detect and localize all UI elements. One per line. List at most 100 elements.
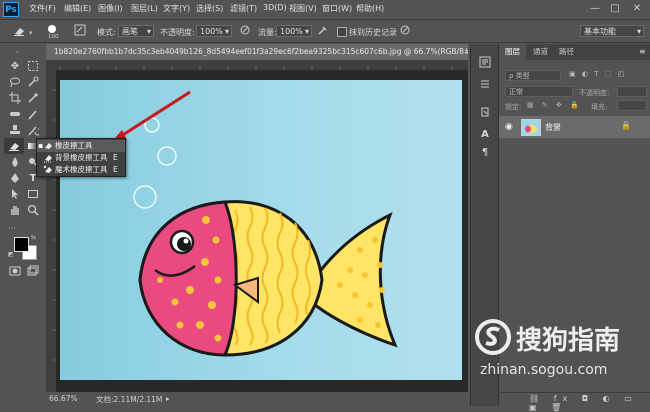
crop-tool-icon[interactable] [8,92,22,106]
lock-icons[interactable]: ▦ ✎ ✥ 🔒 [527,101,582,109]
status-bar: 66.67% 文档:2.11M/2.11M ▸ [46,392,468,406]
collapse-icon[interactable]: » [15,48,19,56]
panel-menu-icon[interactable]: ≡ [639,47,646,56]
brush-preview-icon[interactable] [48,25,56,33]
menu-filter[interactable]: 滤镜(T) [230,3,257,14]
history-panel-icon[interactable] [478,56,492,70]
document-canvas[interactable] [60,80,462,380]
eraser-tools-flyout: ▪ 橡皮擦工具 背景橡皮擦工具 E 魔术橡皮擦工具 E [36,138,126,177]
default-colors-icon[interactable]: ◩ [8,251,14,258]
zoom-tool-icon[interactable] [26,204,40,218]
flow-input[interactable]: 100% ▾ [276,25,312,37]
menu-bar: Ps 文件(F) 编辑(E) 图像(I) 图层(L) 文字(Y) 选择(S) 滤… [0,0,650,20]
foreground-color-swatch[interactable] [14,237,29,252]
menu-select[interactable]: 选择(S) [196,3,223,14]
flyout-item-background-eraser[interactable]: 背景橡皮擦工具 E [37,152,125,164]
chevron-down-icon: ▾ [304,27,309,36]
quick-select-tool-icon[interactable] [26,76,40,90]
brush-size: 100 [48,34,59,40]
layer-fill-input[interactable] [617,100,647,111]
blend-mode-select[interactable]: 正常 [505,86,573,97]
properties-panel-icon[interactable] [478,78,492,92]
rectangle-tool-icon[interactable] [26,188,40,202]
healing-brush-tool-icon[interactable] [8,108,22,122]
watermark-brand: 搜狗指南 [516,326,621,356]
flyout-item-magic-eraser[interactable]: 魔术橡皮擦工具 E [37,164,125,176]
eraser-tool-icon [7,139,21,153]
flyout-item-eraser[interactable]: ▪ 橡皮擦工具 [37,140,125,152]
layer-thumbnail [521,119,541,136]
swap-colors-icon[interactable]: ⇆ [31,234,36,241]
clone-stamp-tool-icon[interactable] [8,124,22,138]
menu-window[interactable]: 窗口(W) [322,3,352,14]
document-title: 1b820e2760fbb1b7dc35c3eb4049b126_8d5494e… [54,47,468,56]
eyedropper-tool-icon[interactable] [26,92,40,106]
pressure-opacity-icon[interactable] [238,24,252,38]
paragraph-panel-icon[interactable]: ¶ [478,146,492,160]
marquee-tool-icon[interactable] [26,60,40,74]
more-tools-icon[interactable]: ··· [8,224,16,233]
eraser-tool-preset-icon[interactable] [12,24,26,38]
chevron-down-icon[interactable]: ▾ [29,29,33,37]
menu-type[interactable]: 文字(Y) [163,3,190,14]
menu-edit[interactable]: 编辑(E) [64,3,91,14]
quick-mask-icon[interactable] [8,265,22,279]
flow-value: 100% [280,27,303,36]
pressure-size-icon[interactable] [398,24,412,38]
move-tool-icon[interactable]: ✥ [8,60,22,74]
hand-tool-icon[interactable] [8,204,22,218]
flyout-item-label: 背景橡皮擦工具 [55,153,108,162]
adjustments-panel-icon[interactable] [478,106,492,120]
mode-value: 画笔 [122,27,138,36]
blur-tool-icon[interactable] [8,156,22,170]
eraser-tool-active[interactable] [4,138,24,154]
airbrush-icon[interactable] [316,24,330,38]
workspace-select[interactable]: 基本功能 ▾ [580,25,644,37]
tab-channels[interactable]: 通道 [527,44,554,60]
erase-to-history-checkbox[interactable] [337,27,347,37]
tab-layers[interactable]: 图层 [499,44,526,60]
menu-3d[interactable]: 3D(D) [263,3,287,12]
magic-eraser-icon [43,165,53,179]
bubbles [133,117,177,209]
history-brush-tool-icon[interactable] [26,124,42,138]
screen-mode-icon[interactable] [26,265,40,279]
opacity-input[interactable]: 100% ▾ [196,25,232,37]
brush-panel-icon[interactable] [73,24,87,38]
menu-layer[interactable]: 图层(L) [131,3,158,14]
chevron-right-icon[interactable]: ▸ [166,394,170,403]
menu-view[interactable]: 视图(V) [289,3,317,14]
tab-paths[interactable]: 路径 [553,44,580,60]
workspace-value: 基本功能 [584,27,616,36]
panel-tabs: 图层 通道 路径 ≡ [499,44,650,60]
menu-file[interactable]: 文件(F) [29,3,56,14]
menu-help[interactable]: 帮助(H) [356,3,384,14]
layer-action-icons[interactable]: ⛓ fx ◘ ◐ ▭ ▣ 🗑 [529,394,650,412]
zoom-level[interactable]: 66.67% [49,394,78,403]
character-panel-icon[interactable]: A [478,128,492,142]
lasso-tool-icon[interactable] [8,76,22,90]
layer-filter-select[interactable]: ρ 类型 [505,70,561,81]
chevron-down-icon: ▾ [636,27,641,36]
flyout-item-shortcut: E [113,165,118,174]
fish-illustration [108,90,398,357]
layer-row-background[interactable]: ◉ 背景 🔒 [499,116,650,138]
minimize-button[interactable]: — [588,2,602,16]
document-tab[interactable]: 1b820e2760fbb1b7dc35c3eb4049b126_8d5494e… [46,44,468,60]
filter-icons[interactable]: ▣ ◐ T ⬚ ◰ [569,70,626,78]
lock-icon: 🔒 [621,121,631,130]
path-selection-tool-icon[interactable] [8,188,22,202]
document-info: 文档:2.11M/2.11M [96,395,163,404]
layer-opacity-input[interactable] [617,86,647,97]
maximize-button[interactable]: □ [608,2,622,16]
chevron-down-icon: ▾ [224,27,229,36]
sogou-watermark: 搜狗指南 zhinan.sogou.com [470,318,650,388]
close-window-button[interactable]: ✕ [630,2,644,16]
opacity-value: 100% [200,27,223,36]
pen-tool-icon[interactable] [8,172,22,186]
flyout-item-label: 橡皮擦工具 [55,141,93,150]
mode-select[interactable]: 画笔 ▾ [118,25,154,37]
brush-tool-icon[interactable] [26,108,40,122]
menu-image[interactable]: 图像(I) [98,3,123,14]
eye-icon[interactable]: ◉ [505,122,513,132]
